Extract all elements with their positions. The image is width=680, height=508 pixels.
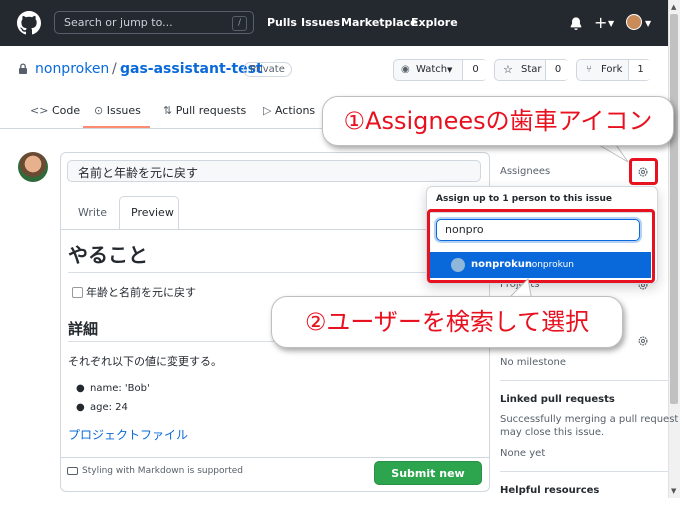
star-icon: ☆ [503,63,513,76]
tab-code[interactable]: <> Code [30,104,80,117]
user-menu-chevron-down-icon[interactable]: ▼ [645,19,651,28]
helpful-resources-label: Helpful resources [500,485,600,496]
assignees-label[interactable]: Assignees [500,166,550,177]
star-button[interactable]: ☆ Star 0 [494,59,570,81]
user-menu-avatar[interactable] [626,14,642,30]
issue-icon: ⊙ [94,104,104,117]
code-icon: <> [30,104,49,117]
pull-request-icon: ⇅ [163,104,173,117]
nav-marketplace[interactable]: Marketplace [341,16,418,29]
create-menu-chevron-down-icon[interactable]: ▼ [608,19,614,28]
watch-label: Watch [416,64,448,75]
heading-1-rule [68,272,488,273]
markdown-support-note[interactable]: Styling with Markdown is supported [82,466,243,476]
preview-heading-2: 詳細 [68,320,99,338]
milestone-gear-icon[interactable] [637,335,649,347]
repo-visibility-badge: Private [243,62,292,77]
bullet-dot-icon: ● [76,402,85,413]
milestone-value: No milestone [500,357,566,368]
markdown-icon [67,467,78,475]
linked-pr-none: None yet [500,448,546,459]
tab-pull-requests-label: Pull requests [175,104,247,117]
bullet-dot-icon: ● [76,383,85,394]
fork-label: Fork [601,64,623,75]
issue-title-input[interactable]: 名前と年齢を元に戻す [67,160,481,182]
star-count[interactable]: 0 [545,60,570,80]
task-label: 年齢と名前を元に戻す [86,286,196,299]
nav-explore[interactable]: Explore [411,16,458,29]
tab-issues-label: Issues [106,104,141,117]
tab-pull-requests[interactable]: ⇅ Pull requests [163,104,246,117]
submit-new-issue-button[interactable]: Submit new issue [374,461,482,503]
bullet-item: age: 24 [90,402,128,413]
nav-issues[interactable]: Issues [301,16,340,29]
play-icon: ▷ [263,104,272,117]
linked-pr-help-1: Successfully merging a pull request [500,414,679,425]
composer-footer-divider [60,457,490,458]
tab-preview[interactable]: Preview [131,206,174,219]
linked-pr-label: Linked pull requests [500,394,615,405]
preview-paragraph: それぞれ以下の値に変更する。 [68,355,222,368]
tab-code-label: Code [51,104,81,117]
project-file-link[interactable]: プロジェクトファイル [68,426,188,443]
tab-write[interactable]: Write [78,206,107,219]
tab-issues[interactable]: ⊙ Issues [94,104,141,117]
eye-icon: ◉ [401,64,410,75]
fork-button[interactable]: ⑂ Fork 1 [576,59,652,81]
nav-pulls[interactable]: Pulls [267,16,297,29]
callout-assignees-gear: ①Assigneesの歯車アイコン [322,96,674,146]
bullet-item: name: 'Bob' [90,383,150,394]
sidebar-divider [500,471,668,472]
gear-highlight-frame [629,158,658,185]
scrollbar-thumb[interactable] [670,14,678,404]
repo-path-separator: / [112,61,117,77]
repo-name-link[interactable]: gas-assistant-test [120,61,263,77]
watch-chevron-down-icon: ▼ [447,66,453,74]
preview-heading-1: やること [68,243,148,267]
fork-icon: ⑂ [586,64,592,75]
global-search-input[interactable]: Search or jump to... / [54,11,254,34]
scroll-up-arrow-icon[interactable]: ▲ [671,3,676,11]
search-highlight-frame [427,209,655,283]
fork-count[interactable]: 1 [628,60,652,80]
lock-icon [19,63,27,74]
tab-actions-label: Actions [274,104,316,117]
task-checkbox[interactable] [72,287,83,298]
watch-button[interactable]: ◉ Watch ▼ 0 [393,59,488,81]
search-placeholder: Search or jump to... [64,16,173,29]
assignee-menu-header: Assign up to 1 person to this issue [436,194,613,204]
author-avatar[interactable] [18,152,48,182]
create-new-plus-icon[interactable]: + [594,13,607,32]
star-label: Star [521,64,542,75]
tab-actions[interactable]: ▷ Actions [263,104,315,117]
notification-bell-icon[interactable] [569,15,583,31]
scroll-down-arrow-icon[interactable]: ▼ [671,487,676,495]
sidebar-divider [500,380,668,381]
search-shortcut-key: / [232,16,247,31]
github-logo-icon[interactable] [17,11,41,35]
watch-count[interactable]: 0 [462,60,488,80]
linked-pr-help-2: may close this issue. [500,427,605,438]
repo-owner-link[interactable]: nonproken [35,61,109,77]
callout-search-user: ②ユーザーを検索して選択 [271,296,623,348]
